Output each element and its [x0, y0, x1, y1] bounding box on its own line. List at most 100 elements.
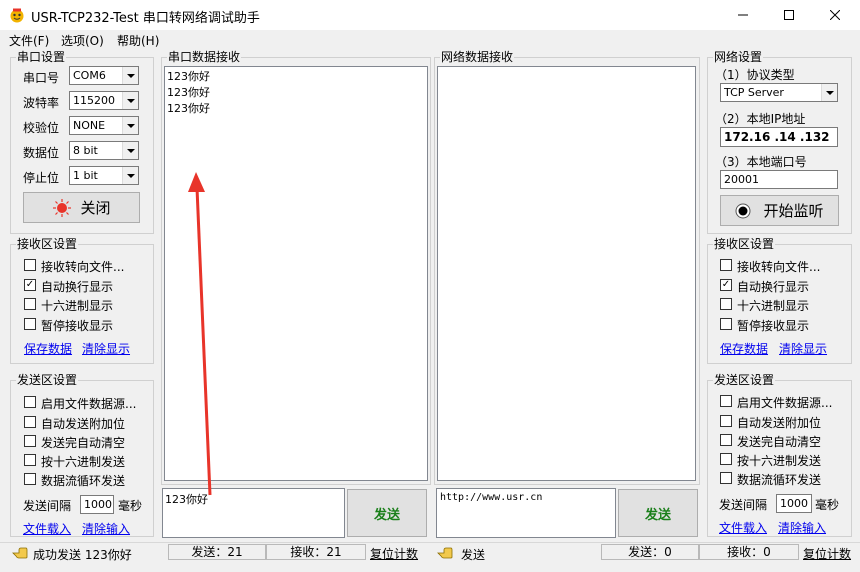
send-interval-label-left: 发送间隔	[23, 499, 72, 513]
recv-to-file-checkbox-left[interactable]	[24, 259, 36, 271]
protocol-label: （1）协议类型	[715, 68, 795, 82]
clear-display-link-left[interactable]: 清除显示	[82, 340, 130, 357]
close-window-button[interactable]	[812, 0, 858, 30]
net-recv-textarea[interactable]	[437, 66, 696, 481]
file-source-label-right: 启用文件数据源...	[737, 396, 833, 410]
net-send-button[interactable]: 发送	[618, 489, 698, 537]
hex-send-label-right: 按十六进制发送	[737, 454, 822, 468]
baud-select[interactable]: 115200	[69, 91, 139, 110]
hex-send-checkbox-left[interactable]	[24, 454, 36, 466]
auto-wrap-label-right: 自动换行显示	[737, 280, 810, 294]
menu-options[interactable]: 选项(O)	[61, 32, 104, 49]
maximize-button[interactable]	[766, 0, 812, 30]
loop-send-label-right: 数据流循环发送	[737, 473, 822, 487]
hex-display-checkbox-left[interactable]	[24, 298, 36, 310]
pause-recv-checkbox-left[interactable]	[24, 318, 36, 330]
status-sent-count-right: 发送：0	[601, 544, 699, 560]
file-source-checkbox-left[interactable]	[24, 396, 36, 408]
loop-send-checkbox-left[interactable]	[24, 473, 36, 485]
parity-label: 校验位	[23, 121, 60, 135]
ip-input[interactable]: 172.16 .14 .132	[720, 127, 838, 147]
app-icon	[10, 8, 24, 23]
reset-count-button-right[interactable]: 复位计数	[803, 545, 851, 562]
title-bar: USR-TCP232-Test 串口转网络调试助手	[0, 0, 860, 30]
recv-to-file-checkbox-right[interactable]	[720, 259, 732, 271]
hand-icon	[437, 547, 453, 559]
recv-settings-title-left: 接收区设置	[16, 237, 79, 251]
append-bit-checkbox-left[interactable]	[24, 416, 36, 428]
net-send-label: 发送	[644, 507, 671, 523]
send-settings-title-left: 发送区设置	[16, 373, 79, 387]
hex-send-checkbox-right[interactable]	[720, 453, 732, 465]
net-recv-title: 网络数据接收	[440, 50, 515, 64]
file-load-link-left[interactable]: 文件载入	[23, 520, 71, 537]
baud-label: 波特率	[23, 96, 60, 110]
recv-to-file-label-left: 接收转向文件...	[41, 260, 125, 274]
minimize-button[interactable]	[720, 0, 766, 30]
recv-settings-title-right: 接收区设置	[713, 237, 776, 251]
recv-line: 123你好	[167, 70, 210, 83]
start-listen-button[interactable]: 开始监听	[720, 195, 839, 226]
chevron-down-icon	[821, 84, 837, 101]
recv-to-file-label-right: 接收转向文件...	[737, 260, 821, 274]
auto-wrap-label-left: 自动换行显示	[41, 280, 114, 294]
databits-select[interactable]: 8 bit	[69, 141, 139, 160]
status-recv-count-left: 接收：21	[266, 544, 366, 560]
append-bit-checkbox-right[interactable]	[720, 415, 732, 427]
port-select[interactable]: COM6	[69, 66, 139, 85]
auto-clear-label-left: 发送完自动清空	[41, 436, 126, 450]
hex-display-label-left: 十六进制显示	[41, 299, 114, 313]
append-bit-label-right: 自动发送附加位	[737, 416, 822, 430]
loop-send-label-left: 数据流循环发送	[41, 474, 126, 488]
stopbits-label: 停止位	[23, 171, 60, 185]
auto-clear-checkbox-left[interactable]	[24, 435, 36, 447]
menu-help[interactable]: 帮助(H)	[117, 32, 159, 49]
send-interval-label-right: 发送间隔	[719, 498, 768, 512]
chevron-down-icon	[122, 67, 138, 84]
port-status-icon	[53, 198, 72, 217]
minimize-icon	[738, 14, 748, 16]
port-number-label: （3）本地端口号	[715, 155, 807, 169]
serial-send-button[interactable]: 发送	[347, 489, 427, 537]
pause-recv-label-right: 暂停接收显示	[737, 319, 810, 333]
menu-file[interactable]: 文件(F)	[9, 32, 49, 49]
send-interval-unit-left: 毫秒	[118, 499, 143, 513]
pause-recv-checkbox-right[interactable]	[720, 318, 732, 330]
clear-input-link-right[interactable]: 清除输入	[778, 519, 826, 536]
chevron-down-icon	[122, 92, 138, 109]
net-send-textarea[interactable]: http://www.usr.cn	[436, 488, 616, 538]
auto-wrap-checkbox-right[interactable]: ✓	[720, 279, 732, 291]
loop-send-checkbox-right[interactable]	[720, 472, 732, 484]
network-settings-title: 网络设置	[713, 50, 764, 64]
auto-wrap-checkbox-left[interactable]: ✓	[24, 279, 36, 291]
append-bit-label-left: 自动发送附加位	[41, 417, 126, 431]
stopbits-select[interactable]: 1 bit	[69, 166, 139, 185]
save-data-link-left[interactable]: 保存数据	[24, 340, 72, 357]
listen-status-icon	[735, 203, 751, 218]
protocol-select[interactable]: TCP Server	[720, 83, 838, 102]
hex-send-label-left: 按十六进制发送	[41, 455, 126, 469]
window-title: USR-TCP232-Test 串口转网络调试助手	[31, 11, 260, 26]
menu-bar: 文件(F) 选项(O) 帮助(H)	[0, 30, 860, 48]
port-number-input[interactable]: 20001	[720, 170, 838, 189]
databits-label: 数据位	[23, 146, 60, 160]
send-interval-unit-right: 毫秒	[815, 498, 840, 512]
recv-line: 123你好	[167, 102, 210, 115]
clear-input-link-left[interactable]: 清除输入	[82, 520, 130, 537]
clear-display-link-right[interactable]: 清除显示	[779, 340, 827, 357]
close-port-button[interactable]: 关闭	[23, 192, 140, 223]
file-source-checkbox-right[interactable]	[720, 395, 732, 407]
file-load-link-right[interactable]: 文件载入	[719, 519, 767, 536]
pause-recv-label-left: 暂停接收显示	[41, 319, 114, 333]
file-source-label-left: 启用文件数据源...	[41, 397, 137, 411]
auto-clear-label-right: 发送完自动清空	[737, 435, 822, 449]
parity-select[interactable]: NONE	[69, 116, 139, 135]
send-interval-input-right[interactable]: 1000	[776, 494, 812, 513]
send-interval-input-left[interactable]: 1000	[80, 495, 114, 514]
send-settings-title-right: 发送区设置	[713, 373, 776, 387]
close-icon	[830, 10, 840, 20]
reset-count-button-left[interactable]: 复位计数	[370, 545, 418, 562]
save-data-link-right[interactable]: 保存数据	[720, 340, 768, 357]
hex-display-checkbox-right[interactable]	[720, 298, 732, 310]
auto-clear-checkbox-right[interactable]	[720, 434, 732, 446]
